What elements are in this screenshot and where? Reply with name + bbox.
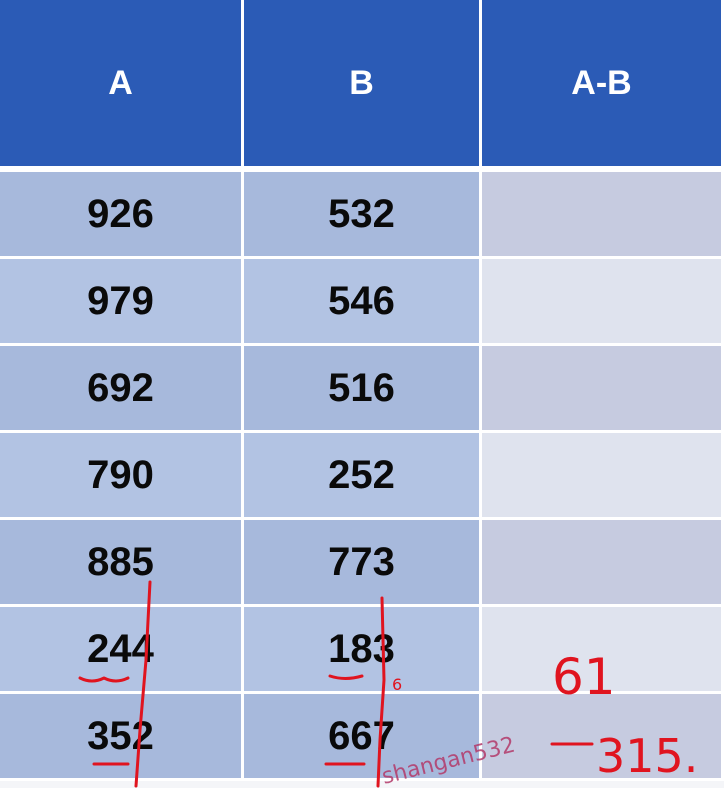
cell-diff	[482, 520, 724, 607]
header-a: A	[0, 0, 244, 172]
header-a-minus-b: A-B	[482, 0, 724, 172]
cell-b: 516	[244, 346, 482, 433]
cell-b: 252	[244, 433, 482, 520]
cell-diff	[482, 694, 724, 781]
header-b: B	[244, 0, 482, 172]
cell-b: 667	[244, 694, 482, 781]
cell-diff	[482, 433, 724, 520]
cell-diff	[482, 607, 724, 694]
cell-a: 790	[0, 433, 244, 520]
cell-b: 546	[244, 259, 482, 346]
cell-a: 244	[0, 607, 244, 694]
cell-diff	[482, 259, 724, 346]
cell-a: 926	[0, 172, 244, 259]
cell-b: 183	[244, 607, 482, 694]
cell-diff	[482, 172, 724, 259]
data-table: A B A-B 926 532 979 546 692 516 790 252 …	[0, 0, 724, 788]
cell-b: 773	[244, 520, 482, 607]
cell-a: 352	[0, 694, 244, 781]
cell-a: 979	[0, 259, 244, 346]
cell-diff	[482, 346, 724, 433]
cell-a: 692	[0, 346, 244, 433]
cell-b: 532	[244, 172, 482, 259]
cell-a: 885	[0, 520, 244, 607]
